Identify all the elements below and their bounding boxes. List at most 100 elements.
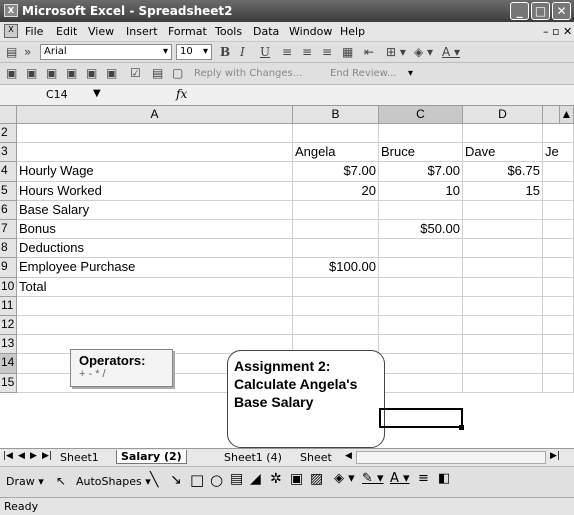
menu-edit[interactable]: Edit <box>56 25 77 38</box>
tab-salary-2[interactable]: Salary (2) <box>116 450 187 464</box>
picture-icon[interactable]: ▨ <box>310 471 323 487</box>
row-header[interactable]: 11 <box>0 296 17 316</box>
cell-b8[interactable] <box>293 239 379 259</box>
cell-b10[interactable] <box>293 277 379 297</box>
close-button[interactable]: ✕ <box>552 2 571 20</box>
cell-c12[interactable] <box>379 316 463 336</box>
formula-input[interactable] <box>200 87 570 103</box>
draw-menu[interactable]: Draw ▾ <box>6 475 44 488</box>
cell-a6[interactable]: Base Salary <box>17 200 293 220</box>
cell-d2[interactable] <box>463 124 543 144</box>
row-header[interactable]: 2 <box>0 124 17 144</box>
clipart-icon[interactable]: ▣ <box>290 471 303 487</box>
cell-b3[interactable]: Angela <box>293 143 379 163</box>
menu-view[interactable]: View <box>88 25 114 38</box>
toolbar-options-icon[interactable]: ▾ <box>408 68 413 79</box>
cell-b4[interactable]: $7.00 <box>293 162 379 182</box>
cell-c4[interactable]: $7.00 <box>379 162 463 182</box>
minimize-button[interactable]: _ <box>510 2 529 20</box>
cell-e7[interactable] <box>543 220 574 240</box>
cell-d15[interactable] <box>463 373 543 393</box>
line-icon[interactable]: ╲ <box>150 472 158 488</box>
cell-b2[interactable] <box>293 124 379 144</box>
reply-with-changes[interactable]: Reply with Changes... <box>194 68 302 79</box>
bold-icon[interactable]: B <box>220 45 230 59</box>
chevron-down-icon[interactable]: ▼ <box>93 88 101 99</box>
row-header[interactable]: 9 <box>0 258 17 278</box>
menu-window[interactable]: Window <box>289 25 332 38</box>
cell-a8[interactable]: Deductions <box>17 239 293 259</box>
cell-e6[interactable] <box>543 200 574 220</box>
cell-c5[interactable]: 10 <box>379 181 463 201</box>
tab-scroll-next-icon[interactable]: ▶ <box>30 451 37 461</box>
decrease-indent-icon[interactable]: ⇤ <box>364 45 374 59</box>
row-header[interactable]: 4 <box>0 162 17 182</box>
cell-b11[interactable] <box>293 296 379 316</box>
cell-c3[interactable]: Bruce <box>379 143 463 163</box>
cell-b7[interactable] <box>293 220 379 240</box>
tab-sheet[interactable]: Sheet <box>300 451 332 464</box>
cell-a11[interactable] <box>17 296 293 316</box>
track-changes-icon[interactable]: ▤ <box>152 66 163 80</box>
row-header[interactable]: 5 <box>0 181 17 201</box>
menu-format[interactable]: Format <box>168 25 207 38</box>
font-color-icon[interactable]: A ▾ <box>442 45 460 59</box>
menu-help[interactable]: Help <box>340 25 365 38</box>
excel-app-icon[interactable]: X <box>4 4 18 17</box>
cell-e5[interactable] <box>543 181 574 201</box>
row-header[interactable]: 3 <box>0 143 17 163</box>
cell-e2[interactable] <box>543 124 574 144</box>
row-header[interactable]: 8 <box>0 239 17 259</box>
doc-minimize-icon[interactable]: – ▫ ✕ <box>543 25 572 38</box>
cell-d11[interactable] <box>463 296 543 316</box>
cell-d4[interactable]: $6.75 <box>463 162 543 182</box>
checkbox-icon[interactable]: ☑ <box>130 66 141 80</box>
row-header[interactable]: 10 <box>0 277 17 297</box>
row-header[interactable]: 13 <box>0 335 17 355</box>
paste-icon[interactable]: ▤ <box>6 45 17 59</box>
shadow-icon[interactable]: ◧ <box>438 471 450 486</box>
diagram-icon[interactable]: ✲ <box>270 471 282 487</box>
font-size-select[interactable]: 10 ▾ <box>176 44 212 60</box>
cell-e10[interactable] <box>543 277 574 297</box>
cell-d6[interactable] <box>463 200 543 220</box>
cell-e13[interactable] <box>543 335 574 355</box>
col-header-c[interactable]: C <box>379 106 463 124</box>
scroll-up-arrow[interactable]: ▲ <box>560 106 574 124</box>
cell-d10[interactable] <box>463 277 543 297</box>
col-header-d[interactable]: D <box>463 106 543 124</box>
cell-a3[interactable] <box>17 143 293 163</box>
tab-sheet1[interactable]: Sheet1 <box>60 451 99 464</box>
cell-b9[interactable]: $100.00 <box>293 258 379 278</box>
cell-d8[interactable] <box>463 239 543 259</box>
selected-cell[interactable] <box>379 408 463 428</box>
underline-icon[interactable]: U <box>260 45 270 59</box>
cell-b5[interactable]: 20 <box>293 181 379 201</box>
cell-e3[interactable]: Je <box>543 143 574 163</box>
borders-icon[interactable]: ⊞ ▾ <box>386 45 406 59</box>
tab-split-arrow-icon[interactable]: ◀ <box>345 451 352 461</box>
cell-c13[interactable] <box>379 335 463 355</box>
fx-icon[interactable]: fx <box>176 87 187 101</box>
cell-a12[interactable] <box>17 316 293 336</box>
cell-c2[interactable] <box>379 124 463 144</box>
cell-e14[interactable] <box>543 354 574 374</box>
horizontal-scrollbar[interactable] <box>356 451 546 464</box>
row-header[interactable]: 12 <box>0 316 17 336</box>
cell-d12[interactable] <box>463 316 543 336</box>
select-all-corner[interactable] <box>0 106 17 124</box>
arrow-icon[interactable]: ↘ <box>170 472 182 488</box>
cell-d3[interactable]: Dave <box>463 143 543 163</box>
tab-sheet1-4[interactable]: Sheet1 (4) <box>224 451 282 464</box>
col-header-b[interactable]: B <box>293 106 379 124</box>
oval-icon[interactable]: ○ <box>210 471 223 489</box>
cell-d14[interactable] <box>463 354 543 374</box>
wordart-icon[interactable]: ◢ <box>250 471 261 487</box>
fill-handle[interactable] <box>459 425 464 430</box>
cell-d7[interactable] <box>463 220 543 240</box>
cell-e9[interactable] <box>543 258 574 278</box>
row-header[interactable]: 7 <box>0 220 17 240</box>
cell-a9[interactable]: Employee Purchase <box>17 258 293 278</box>
review-icon-3[interactable]: ▣ <box>46 66 57 80</box>
scroll-right-icon[interactable]: ▶| <box>550 451 560 461</box>
